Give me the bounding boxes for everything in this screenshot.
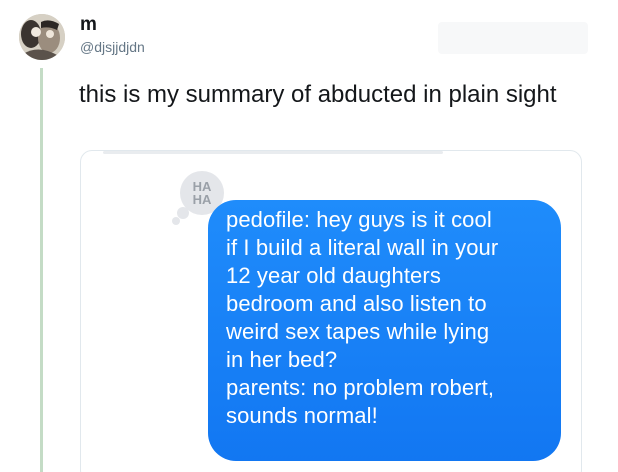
- avatar-image: [19, 14, 65, 60]
- message-line: weird sex tapes while lying: [226, 319, 490, 344]
- tweet-page: m @djsjjdjdn this is my summary of abduc…: [0, 0, 618, 472]
- message-line: bedroom and also listen to: [226, 291, 487, 316]
- message-line: sounds normal!: [226, 403, 378, 428]
- thread-line: [40, 68, 43, 472]
- display-name[interactable]: m: [80, 14, 97, 36]
- message-line: parents: no problem robert,: [226, 375, 495, 400]
- user-handle[interactable]: @djsjjdjdn: [80, 38, 145, 56]
- avatar[interactable]: [19, 14, 65, 60]
- message-line: if I build a literal wall in your: [226, 235, 499, 260]
- message-text: pedofile: hey guys is it cool if I build…: [226, 206, 556, 430]
- message-line: pedofile: hey guys is it cool: [226, 207, 492, 232]
- message-line: in her bed?: [226, 347, 338, 372]
- follow-area: [438, 22, 588, 54]
- screenshot-edge: [103, 151, 443, 154]
- message-line: 12 year old daughters: [226, 263, 441, 288]
- tweet-text: this is my summary of abducted in plain …: [79, 81, 557, 108]
- media-card[interactable]: HA HA pedofile: hey guys is it cool if I…: [80, 150, 582, 472]
- svg-text:HA: HA: [193, 192, 212, 207]
